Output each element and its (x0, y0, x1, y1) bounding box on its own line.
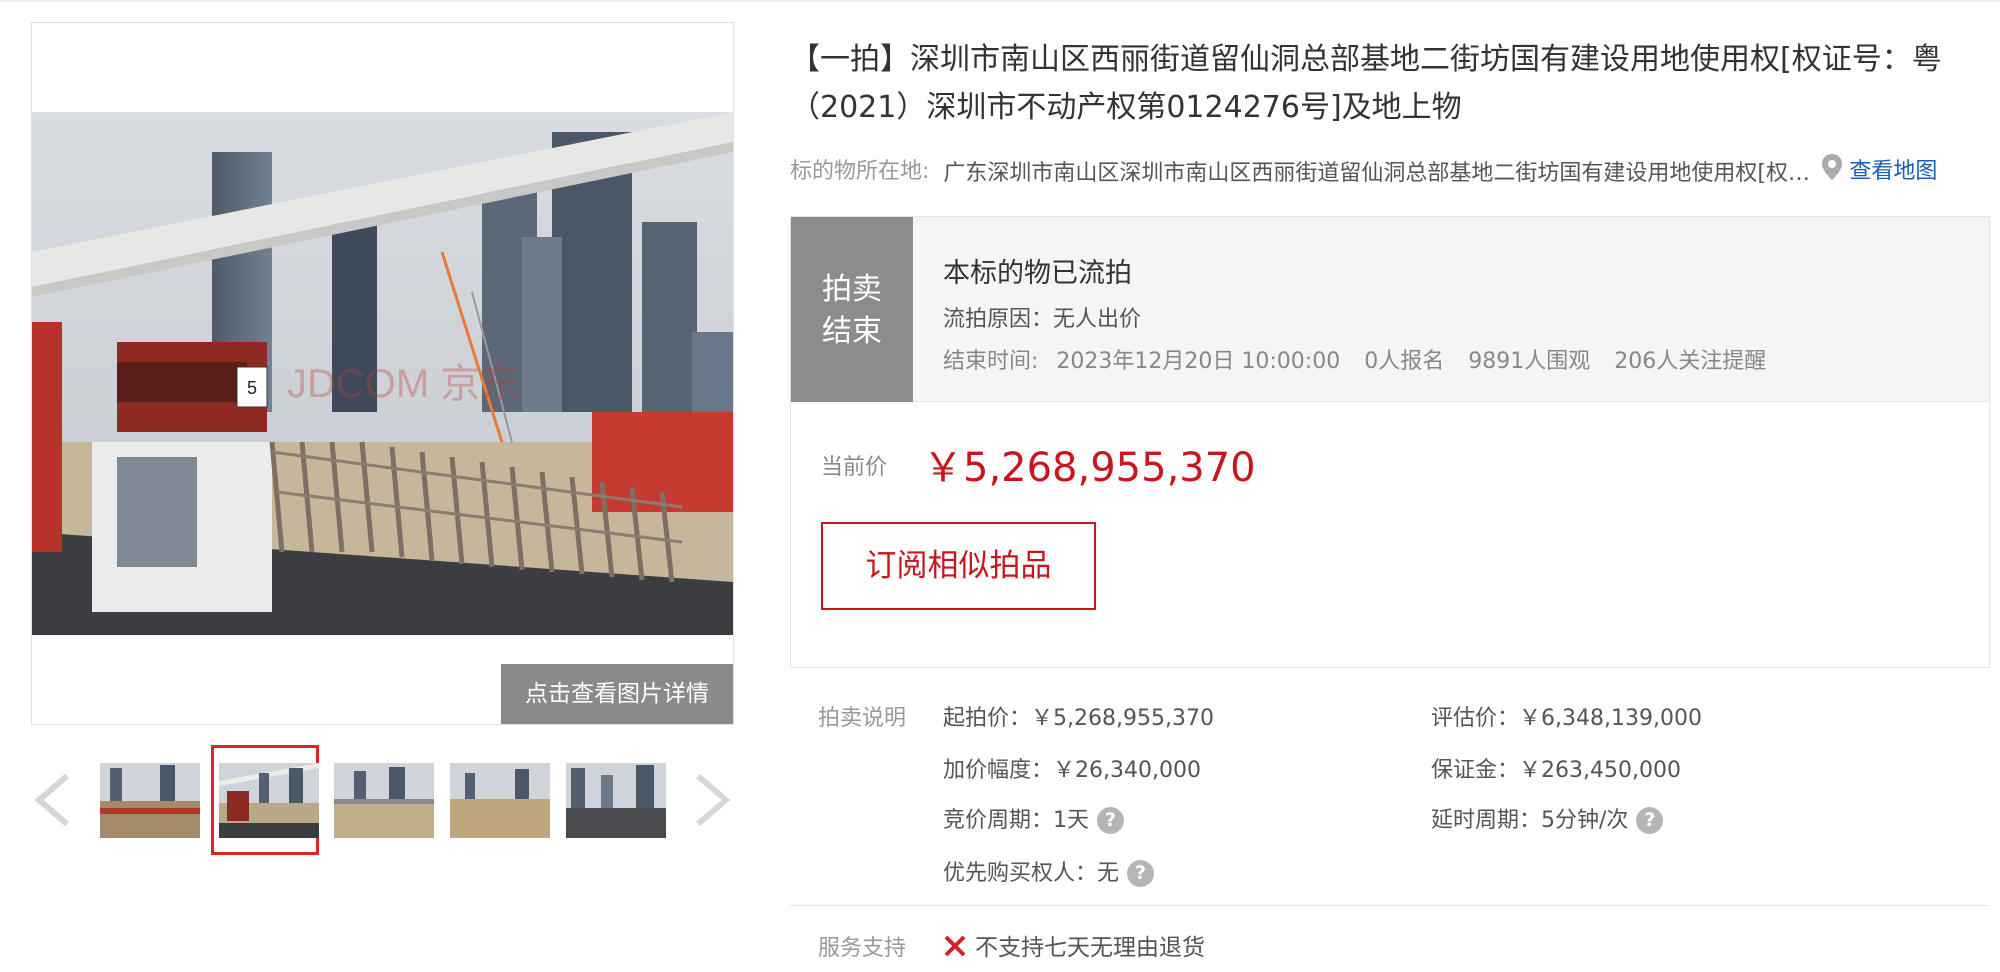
chevron-left-icon (34, 773, 69, 827)
status-headline: 本标的物已流拍 (943, 258, 1132, 289)
next-thumbnail-arrow[interactable] (690, 772, 734, 828)
help-icon[interactable]: ? (1097, 807, 1124, 834)
main-photo[interactable]: 5 JDCOM 京东 (32, 112, 733, 635)
priority-buyer-row: 优先购买权人：无? (943, 855, 1155, 887)
chevron-right-icon (696, 773, 731, 827)
gate-number: 5 (247, 378, 257, 398)
section-divider (790, 905, 1990, 906)
photo-watermark: JDCOM 京东 (287, 362, 520, 406)
bid-increment: 加价幅度：￥26,340,000 (943, 758, 1201, 783)
location-value: 广东深圳市南山区深圳市南山区西丽街道留仙洞总部基地二街坊国有建设用地使用权[权证… (943, 161, 1811, 186)
view-photo-details-button[interactable]: 点击查看图片详情 (501, 664, 733, 724)
bid-period-row: 竞价周期：1天? (943, 802, 1124, 834)
item-location: 标的物所在地: 广东深圳市南山区深圳市南山区西丽街道留仙洞总部基地二街坊国有建设用… (790, 153, 1990, 189)
end-time-value: 2023年12月20日 10:00:00 (1056, 349, 1341, 374)
status-reason: 流拍原因：无人出价 (943, 307, 1142, 332)
thumbnail-5[interactable] (558, 745, 666, 855)
prev-thumbnail-arrow[interactable] (31, 772, 75, 828)
bid-period: 竞价周期：1天 (943, 808, 1089, 833)
current-price-label: 当前价 (821, 455, 888, 480)
close-icon (943, 934, 967, 964)
end-time-label: 结束时间: (943, 349, 1039, 374)
location-label: 标的物所在地: (790, 159, 930, 184)
signup-count: 0人报名 (1364, 349, 1445, 374)
subscribe-similar-button[interactable]: 订阅相似拍品 (821, 522, 1096, 610)
map-pin-icon (1821, 153, 1843, 187)
appraisal-price: 评估价：￥6,348,139,000 (1431, 706, 1702, 731)
status-tag: 拍卖 结束 (791, 217, 913, 402)
reminder-count: 206人关注提醒 (1614, 349, 1767, 374)
top-divider (0, 0, 2000, 2)
auction-status-panel: 拍卖 结束 本标的物已流拍 流拍原因：无人出价 结束时间: 2023年12月20日… (790, 216, 1990, 668)
current-price-value: ￥5,268,955,370 (923, 445, 1256, 491)
item-title: 【一拍】深圳市南山区西丽街道留仙洞总部基地二街坊国有建设用地使用权[权证号：粤（… (790, 42, 1942, 125)
deposit-amount: 保证金：￥263,450,000 (1431, 758, 1681, 783)
status-tag-line2: 结束 (822, 314, 882, 349)
thumbnail-2[interactable] (211, 745, 319, 855)
service-support-label: 服务支持 (818, 936, 907, 961)
status-header: 拍卖 结束 本标的物已流拍 流拍原因：无人出价 结束时间: 2023年12月20日… (791, 217, 1989, 402)
status-tag-line1: 拍卖 (822, 272, 882, 307)
status-meta: 结束时间: 2023年12月20日 10:00:00 0人报名 9891人围观 206人… (943, 343, 1790, 375)
auction-details-label: 拍卖说明 (818, 706, 907, 731)
no-return-policy: 不支持七天无理由退货 (975, 935, 1205, 961)
main-image-viewer[interactable]: 5 JDCOM 京东 点击查看图片详情 (31, 22, 734, 725)
priority-buyer: 优先购买权人：无 (943, 861, 1120, 886)
start-price: 起拍价：￥5,268,955,370 (943, 706, 1214, 731)
help-icon[interactable]: ? (1636, 807, 1664, 834)
thumbnail-strip (31, 745, 734, 855)
view-map-link[interactable]: 查看地图 (1849, 159, 1937, 184)
service-item: 不支持七天无理由退货 (943, 928, 1205, 964)
viewer-count: 9891人围观 (1468, 349, 1591, 374)
thumbnail-3[interactable] (326, 745, 434, 855)
thumbnail-1[interactable] (92, 745, 200, 855)
extension-period-row: 延时周期：5分钟/次? (1431, 802, 1664, 834)
extension-period: 延时周期：5分钟/次 (1431, 808, 1629, 833)
help-icon[interactable]: ? (1127, 860, 1155, 887)
thumbnail-4[interactable] (442, 745, 550, 855)
